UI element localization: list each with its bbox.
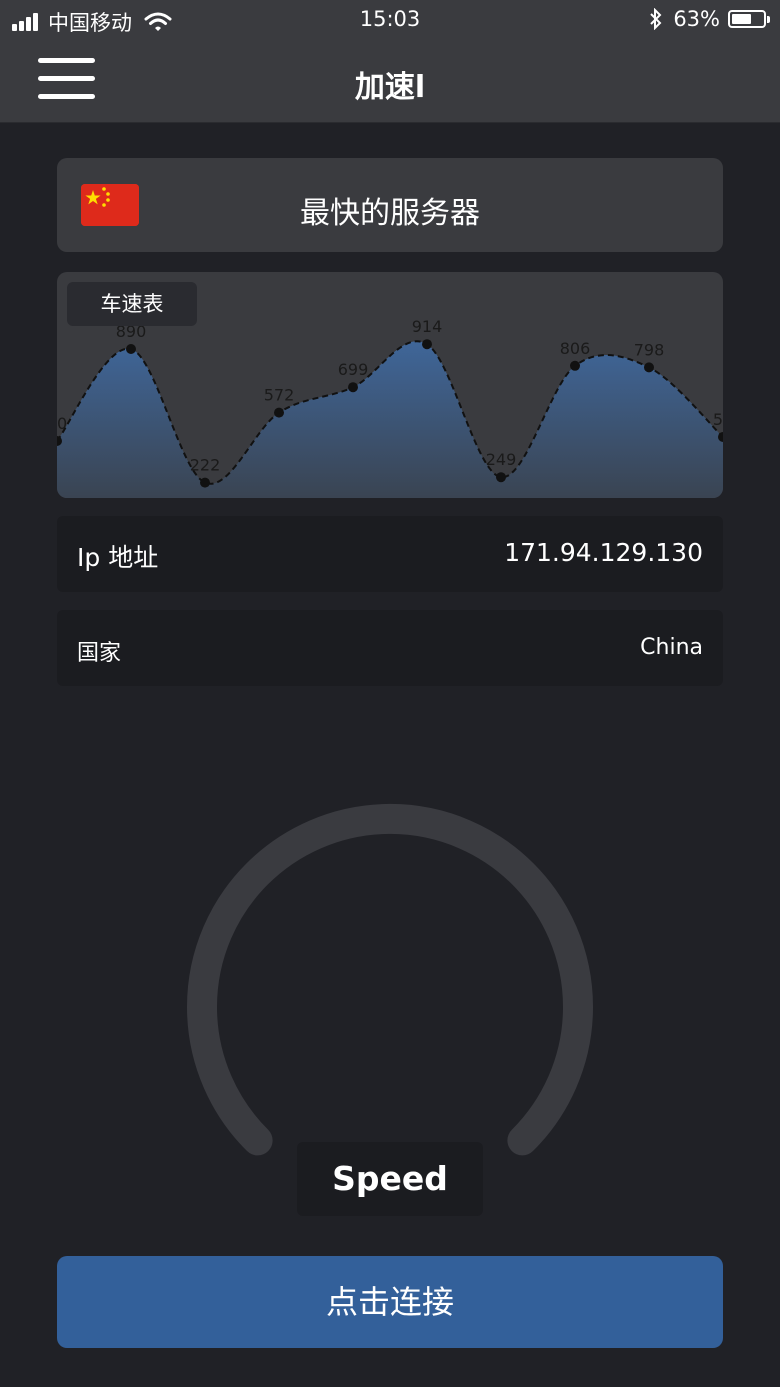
battery-icon <box>728 10 770 28</box>
speedometer-chart: 3089022257269991424980679850 车速表 <box>57 272 723 498</box>
data-point <box>570 360 580 371</box>
data-point <box>200 477 210 488</box>
country-label: 国家 <box>77 641 122 666</box>
page-title: 加速l <box>354 70 426 105</box>
gauge-track <box>187 803 593 1156</box>
data-label: 30 <box>57 414 67 433</box>
data-point <box>126 344 136 354</box>
ip-label: Ip 地址 <box>77 543 159 572</box>
server-label: 最快的服务器 <box>300 196 480 231</box>
data-label: 798 <box>634 340 665 359</box>
status-right: 63% <box>649 7 770 31</box>
connect-button[interactable]: 点击连接 <box>57 1256 723 1348</box>
data-label: 806 <box>560 339 591 358</box>
data-point <box>422 339 432 350</box>
bluetooth-icon <box>650 8 662 30</box>
ip-value: 171.94.129.130 <box>504 538 703 567</box>
country-row: 国家 China <box>57 610 723 686</box>
data-label: 222 <box>190 456 221 475</box>
speed-area-fill <box>57 341 723 498</box>
data-label: 249 <box>486 450 517 469</box>
status-bar: 中国移动 15:03 63% <box>0 0 780 40</box>
data-point <box>274 407 284 418</box>
battery-fill <box>732 14 751 24</box>
country-value: China <box>640 635 703 660</box>
ip-address-row: Ip 地址 171.94.129.130 <box>57 516 723 592</box>
data-label: 50 <box>713 410 723 429</box>
navigation-bar: 加速l <box>0 40 780 123</box>
data-point <box>644 362 654 373</box>
data-label: 914 <box>412 317 443 336</box>
data-point <box>348 382 358 393</box>
speed-gauge <box>187 803 593 1156</box>
data-point <box>496 472 506 483</box>
battery-percent: 63% <box>673 7 720 31</box>
data-label: 699 <box>338 360 369 379</box>
speed-button[interactable]: Speed <box>297 1142 483 1216</box>
server-selector[interactable]: 最快的服务器 <box>57 158 723 252</box>
data-label: 572 <box>264 386 295 405</box>
chart-tag: 车速表 <box>67 282 197 326</box>
